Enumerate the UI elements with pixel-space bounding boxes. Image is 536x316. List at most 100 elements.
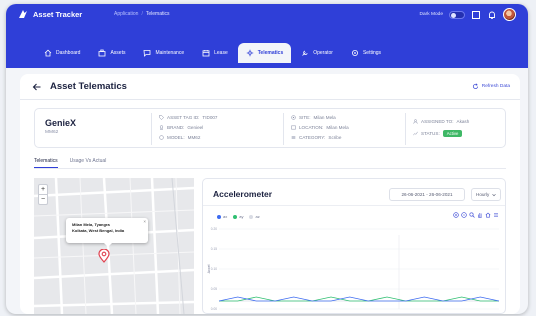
main-nav: Dashboard Assets Maintenance Lease Telem… xyxy=(36,43,389,63)
assigned-value: Akash xyxy=(456,118,470,124)
nav-dashboard-label: Dashboard xyxy=(56,50,81,56)
nav-telematics-label: Telematics xyxy=(257,50,284,56)
category-value: Scribe xyxy=(328,134,342,140)
page-title: Asset Telematics xyxy=(50,81,127,92)
assigned-label: ASSIGNED TO: xyxy=(421,118,454,124)
refresh-icon xyxy=(472,83,478,89)
popup-address-line-2: Kolkata, West Bengal, India xyxy=(72,227,125,233)
assets-icon xyxy=(99,49,106,57)
category-label: CATEGORY: xyxy=(299,134,326,140)
nav-operator-label: Operator xyxy=(313,50,333,56)
card-header: Asset Telematics Refresh Data xyxy=(20,74,520,100)
divider xyxy=(405,113,406,145)
logo-icon xyxy=(19,10,27,18)
brand-label: BRAND: xyxy=(167,124,185,130)
back-arrow-icon[interactable] xyxy=(32,82,42,92)
tag-icon xyxy=(159,114,164,120)
telematics-card: Asset Telematics Refresh Data GenieX MM6… xyxy=(20,74,520,314)
asset-name: GenieX xyxy=(45,118,77,128)
location-icon xyxy=(291,125,296,129)
site-value: Milan Mela xyxy=(313,114,336,120)
nav-lease[interactable]: Lease xyxy=(194,43,236,63)
asset-meta-column-1: ASSET TAG ID: TID007 BRAND: Genieel MODE… xyxy=(159,114,218,140)
map-zoom-controls: + − xyxy=(38,184,48,205)
site-icon xyxy=(291,114,296,120)
location-row: LOCATION: Milan Mela xyxy=(291,124,349,130)
nav-settings[interactable]: Settings xyxy=(343,43,389,63)
home-icon xyxy=(44,49,52,57)
fullscreen-icon[interactable] xyxy=(471,10,481,20)
app-window: Asset Tracker Application / Telematics D… xyxy=(6,4,528,314)
map-location-popup: × Milan Mela, Tyangra Kolkata, West Beng… xyxy=(66,218,148,247)
location-map[interactable]: + − × Milan Mela, Tyangra Kolkata, West … xyxy=(34,178,194,314)
maintenance-icon xyxy=(144,50,151,57)
status-badge: Active xyxy=(442,129,463,137)
nav-maintenance-label: Maintenance xyxy=(155,50,185,56)
brand-icon xyxy=(159,124,164,130)
user-icon xyxy=(413,118,418,124)
brand-row: BRAND: Genieel xyxy=(159,124,218,130)
dark-mode-toggle[interactable] xyxy=(449,10,465,19)
telematics-icon xyxy=(246,49,253,57)
nav-operator[interactable]: Operator xyxy=(293,43,341,63)
category-row: CATEGORY: Scribe xyxy=(291,134,349,140)
dark-mode-label: Dark Mode xyxy=(419,12,443,17)
operator-icon xyxy=(302,50,308,56)
brand[interactable]: Asset Tracker xyxy=(18,9,82,19)
zoom-out-button[interactable]: − xyxy=(39,194,47,204)
accelerometer-plot[interactable]: 0.20 0.15 0.10 0.05 0.00 Accel xyxy=(203,179,506,314)
nav-lease-label: Lease xyxy=(214,50,228,56)
nav-assets[interactable]: Assets xyxy=(90,43,133,63)
model-row: MODEL: MM62 xyxy=(159,134,218,140)
y-tick-label: 0.00 xyxy=(211,307,217,311)
user-avatar[interactable] xyxy=(503,8,516,21)
asset-info-panel: GenieX MM62 ASSET TAG ID: TID007 BRAND: … xyxy=(34,108,506,148)
gear-icon xyxy=(351,50,358,56)
nav-settings-label: Settings xyxy=(362,50,382,56)
site-label: SITE: xyxy=(299,114,311,120)
site-row: SITE: Milan Mela xyxy=(291,114,349,120)
y-tick-label: 0.10 xyxy=(211,267,217,271)
top-right-controls: Dark Mode xyxy=(420,8,516,21)
refresh-data-button[interactable]: Refresh Data xyxy=(472,83,510,90)
asset-model-code: MM62 xyxy=(45,130,59,135)
breadcrumb-application[interactable]: Application xyxy=(114,11,138,17)
bell-icon[interactable] xyxy=(487,10,497,20)
calendar-icon xyxy=(202,50,210,57)
zoom-in-button[interactable]: + xyxy=(39,185,47,194)
location-value: Milan Mela xyxy=(326,124,349,130)
asset-tag-value: TID007 xyxy=(202,114,218,120)
accelerometer-chart-card: Accelerometer 26-06-2021 - 26-06-2021 Ho… xyxy=(202,178,506,314)
refresh-data-label: Refresh Data xyxy=(481,84,510,89)
asset-meta-column-3: ASSIGNED TO: Akash STATUS: Active xyxy=(413,118,469,137)
category-icon xyxy=(291,135,296,139)
assigned-row: ASSIGNED TO: Akash xyxy=(413,118,469,124)
divider xyxy=(283,113,284,145)
divider xyxy=(151,113,152,145)
breadcrumb-separator: / xyxy=(141,11,143,17)
status-icon xyxy=(413,131,418,135)
y-axis-title: Accel xyxy=(207,264,211,273)
tab-bar: Telematics Usage Vs Actual xyxy=(34,154,106,168)
breadcrumb: Application / Telematics xyxy=(114,11,169,17)
nav-assets-label: Assets xyxy=(110,50,126,56)
tab-usage-vs-actual[interactable]: Usage Vs Actual xyxy=(70,154,107,168)
tab-underline xyxy=(34,168,506,169)
y-tick-label: 0.15 xyxy=(211,247,217,251)
app-title: Asset Tracker xyxy=(33,9,83,19)
popup-close-button[interactable]: × xyxy=(143,219,146,225)
tab-telematics[interactable]: Telematics xyxy=(34,154,58,168)
asset-tag-label: ASSET TAG ID: xyxy=(167,114,200,120)
map-pin-icon[interactable] xyxy=(98,249,110,263)
status-row: STATUS: Active xyxy=(413,129,469,137)
model-label: MODEL: xyxy=(167,134,185,140)
nav-telematics[interactable]: Telematics xyxy=(237,43,292,63)
model-value: MM62 xyxy=(187,134,201,140)
nav-maintenance[interactable]: Maintenance xyxy=(135,43,192,63)
brand-value: Genieel xyxy=(187,124,204,130)
top-bar: Asset Tracker Application / Telematics D… xyxy=(6,4,528,68)
y-tick-label: 0.20 xyxy=(211,227,217,231)
nav-dashboard[interactable]: Dashboard xyxy=(36,43,88,63)
asset-meta-column-2: SITE: Milan Mela LOCATION: Milan Mela CA… xyxy=(291,114,349,140)
model-icon xyxy=(159,134,164,140)
